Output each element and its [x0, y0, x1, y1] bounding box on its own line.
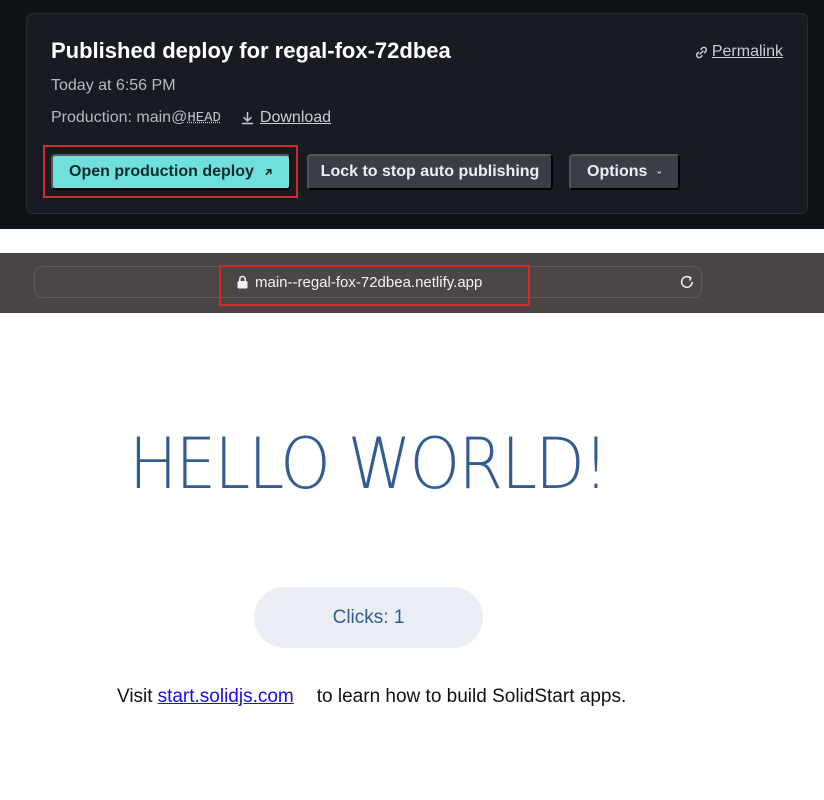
deploy-card: Published deploy for regal-fox-72dbea Pe… — [26, 13, 808, 214]
hello-world-heading: HELLO WORLD! — [128, 423, 609, 505]
options-label: Options — [587, 163, 648, 180]
url-text: main--regal-fox-72dbea.netlify.app — [255, 273, 483, 291]
app-page: HELLO WORLD! Clicks: 1 Visit start.solid… — [0, 313, 824, 800]
deploy-branch-row: Production: main@ HEAD Download — [51, 109, 331, 127]
external-arrow-icon — [265, 168, 272, 176]
open-production-deploy-label: Open production deploy — [69, 163, 254, 180]
visit-prefix: Visit — [117, 686, 153, 707]
open-production-deploy-button[interactable]: Open production deploy — [51, 154, 291, 190]
deploy-section: Published deploy for regal-fox-72dbea Pe… — [0, 0, 824, 229]
chevron-down-icon — [657, 170, 662, 174]
lock-auto-publishing-button[interactable]: Lock to stop auto publishing — [307, 154, 553, 190]
link-icon — [695, 46, 707, 58]
commit-ref-link[interactable]: HEAD — [187, 110, 221, 126]
click-counter-button[interactable]: Clicks: 1 — [254, 587, 483, 648]
permalink-label: Permalink — [711, 43, 783, 60]
deploy-title: Published deploy for regal-fox-72dbea — [51, 38, 451, 63]
click-counter-label: Clicks: 1 — [332, 606, 405, 628]
separator-strip — [0, 229, 824, 253]
deploy-timestamp: Today at 6:56 PM — [51, 77, 176, 94]
branch-prefix: Production: main@ — [51, 109, 188, 126]
solidjs-link[interactable]: start.solidjs.com — [158, 686, 294, 708]
options-dropdown-button[interactable]: Options — [569, 154, 680, 190]
lock-icon — [237, 275, 248, 289]
reload-icon[interactable] — [678, 273, 696, 291]
deploy-actions: Open production deploy Lock to stop auto… — [51, 154, 680, 190]
address-bar[interactable]: main--regal-fox-72dbea.netlify.app — [34, 266, 702, 298]
download-link[interactable]: Download — [241, 109, 331, 127]
visit-suffix: to learn how to build SolidStart apps. — [316, 686, 627, 707]
permalink-link[interactable]: Permalink — [694, 43, 783, 61]
browser-toolbar: main--regal-fox-72dbea.netlify.app — [0, 253, 824, 313]
visit-paragraph: Visit start.solidjs.com to learn how to … — [117, 686, 626, 708]
download-icon — [241, 111, 254, 125]
download-label: Download — [259, 109, 332, 126]
lock-auto-publishing-label: Lock to stop auto publishing — [320, 163, 540, 180]
url-display[interactable]: main--regal-fox-72dbea.netlify.app — [237, 267, 482, 297]
